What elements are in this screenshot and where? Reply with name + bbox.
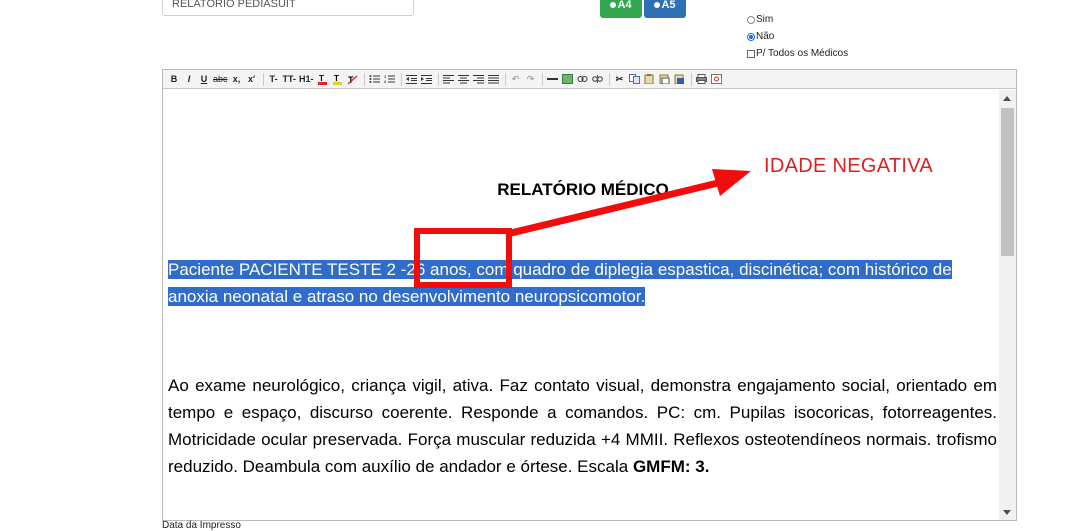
source-code-icon[interactable] xyxy=(710,72,724,87)
numbered-list-icon[interactable]: 12 xyxy=(383,72,397,87)
paste-text-icon[interactable] xyxy=(658,72,672,87)
toolbar-separator xyxy=(437,72,439,86)
sim-label: Sim xyxy=(756,14,774,25)
nao-radio[interactable] xyxy=(747,32,755,41)
option-nao[interactable]: Não xyxy=(747,30,774,43)
subscript-button[interactable]: x, xyxy=(230,72,244,87)
nao-label: Não xyxy=(756,31,775,42)
cut-icon[interactable]: ✂ xyxy=(613,72,627,87)
paste-icon[interactable] xyxy=(643,72,657,87)
toolbar-separator xyxy=(690,72,692,86)
outdent-icon[interactable] xyxy=(405,72,419,87)
rich-text-editor: B I U abc x, x' T- TT- H1- T T T 12 ↶ ↷ … xyxy=(162,69,1017,521)
undo-icon[interactable]: ↶ xyxy=(509,72,523,87)
patient-name-text: Paciente PACIENTE TESTE 2 xyxy=(168,260,401,279)
exam-text: Ao exame neurológico, criança vigil, ati… xyxy=(168,376,997,476)
svg-text:T: T xyxy=(334,74,339,83)
toolbar-separator xyxy=(400,72,402,86)
align-center-icon[interactable] xyxy=(457,72,471,87)
italic-button[interactable]: I xyxy=(182,72,196,87)
toolbar-separator xyxy=(541,72,543,86)
insert-image-icon[interactable] xyxy=(561,72,575,87)
radio-dot-icon xyxy=(654,2,661,8)
a4-label: A4 xyxy=(617,0,632,11)
radio-dot-icon xyxy=(610,2,617,8)
print-date-label: Data da Impresso xyxy=(162,520,241,531)
patient-paragraph: Paciente PACIENTE TESTE 2 -26 anos, com … xyxy=(168,256,999,310)
sim-radio[interactable] xyxy=(747,15,755,24)
editor-toolbar: B I U abc x, x' T- TT- H1- T T T 12 ↶ ↷ … xyxy=(163,70,1016,89)
indent-icon[interactable] xyxy=(420,72,434,87)
clear-format-icon[interactable]: T xyxy=(346,72,360,87)
heading-button[interactable]: H1- xyxy=(298,72,315,87)
font-family-button[interactable]: T- xyxy=(267,72,281,87)
exam-paragraph: Ao exame neurológico, criança vigil, ati… xyxy=(168,372,997,480)
paste-word-icon[interactable] xyxy=(673,72,687,87)
all-doctors-checkbox[interactable] xyxy=(747,49,755,58)
a5-label: A5 xyxy=(661,0,676,11)
font-size-button[interactable]: TT- xyxy=(282,72,298,87)
toolbar-separator xyxy=(363,72,365,86)
editor-scrollbar[interactable] xyxy=(999,90,1016,520)
toolbar-separator xyxy=(608,72,610,86)
align-right-icon[interactable] xyxy=(472,72,486,87)
a4-size-button[interactable]: A4 xyxy=(600,0,642,18)
report-name-input[interactable] xyxy=(162,0,414,16)
svg-text:T: T xyxy=(319,74,324,83)
gmfm-score-text: GMFM: 3. xyxy=(632,457,710,476)
scroll-up-icon[interactable] xyxy=(1003,96,1011,101)
bold-button[interactable]: B xyxy=(167,72,181,87)
toolbar-separator xyxy=(504,72,506,86)
insert-link-icon[interactable] xyxy=(576,72,590,87)
scroll-down-icon[interactable] xyxy=(1003,510,1011,515)
text-color-icon[interactable]: T xyxy=(316,72,330,87)
superscript-button[interactable]: x' xyxy=(245,72,259,87)
all-doctors-label: P/ Todos os Médicos xyxy=(756,48,849,59)
underline-button[interactable]: U xyxy=(197,72,211,87)
annotation-label: IDADE NEGATIVA xyxy=(764,155,934,177)
redo-icon[interactable]: ↷ xyxy=(524,72,538,87)
option-sim[interactable]: Sim xyxy=(747,13,773,26)
strikethrough-button[interactable]: abc xyxy=(212,72,229,87)
a5-size-button[interactable]: A5 xyxy=(644,0,686,18)
align-justify-icon[interactable] xyxy=(487,72,501,87)
print-icon[interactable] xyxy=(695,72,709,87)
unlink-icon[interactable] xyxy=(591,72,605,87)
scroll-thumb[interactable] xyxy=(1001,108,1014,256)
option-all-doctors[interactable]: P/ Todos os Médicos xyxy=(747,47,848,60)
bulleted-list-icon[interactable] xyxy=(368,72,382,87)
svg-text:2: 2 xyxy=(384,79,387,84)
selected-text: Paciente PACIENTE TESTE 2 -26 anos, com … xyxy=(168,260,952,306)
document-title: RELATÓRIO MÉDICO xyxy=(497,180,669,199)
horizontal-rule-icon[interactable] xyxy=(546,72,560,87)
toolbar-separator xyxy=(262,72,264,86)
patient-age-text: -26 anos, xyxy=(400,260,472,279)
align-left-icon[interactable] xyxy=(442,72,456,87)
copy-icon[interactable] xyxy=(628,72,642,87)
highlight-color-icon[interactable]: T xyxy=(331,72,345,87)
